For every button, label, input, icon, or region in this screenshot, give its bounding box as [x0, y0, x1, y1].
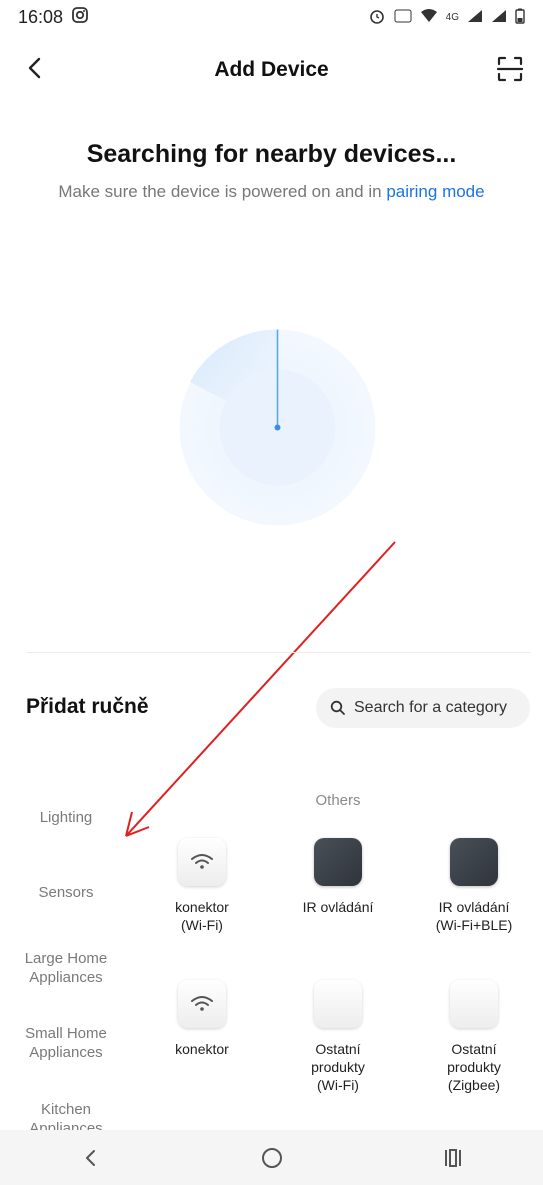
back-button[interactable]	[22, 54, 50, 82]
instagram-icon	[71, 6, 89, 29]
search-subtitle-text: Make sure the device is powered on and i…	[58, 182, 387, 201]
system-nav-bar	[0, 1130, 543, 1185]
device-label: IR ovládání	[302, 899, 374, 915]
status-time: 16:08	[18, 6, 64, 27]
device-konektor-wifi[interactable]: konektor (Wi-Fi)	[143, 838, 261, 934]
system-back-button[interactable]	[71, 1138, 111, 1178]
category-search-input[interactable]: Search for a category	[316, 688, 530, 728]
device-label: IR ovládání (Wi-Fi+BLE)	[435, 899, 513, 933]
network-type: 4G	[445, 11, 459, 23]
back-arrow-icon	[28, 57, 41, 79]
recents-icon	[444, 1148, 461, 1167]
device-ir-ovladani[interactable]: IR ovládání	[279, 838, 397, 916]
blank-icon	[314, 980, 362, 1028]
device-label: konektor (Wi-Fi)	[175, 899, 229, 933]
blank-icon	[450, 980, 498, 1028]
chevron-left-icon	[85, 1149, 95, 1166]
signal-icon-2	[491, 9, 507, 26]
battery-icon	[515, 8, 525, 27]
search-icon	[330, 700, 345, 715]
device-ostatni-produkty-zigbee[interactable]: Ostatní produkty (Zigbee)	[415, 980, 533, 1094]
page-title: Add Device	[214, 58, 329, 81]
device-konektor[interactable]: konektor	[143, 980, 261, 1058]
category-search-placeholder: Search for a category	[354, 699, 507, 716]
pairing-mode-link[interactable]: pairing mode	[386, 182, 484, 201]
home-circle-icon	[261, 1147, 282, 1168]
section-title: Others	[315, 792, 361, 809]
sidebar-item-small-home-appliances[interactable]: Small Home Appliances	[0, 1024, 132, 1062]
device-label: Ostatní produkty (Wi-Fi)	[311, 1041, 365, 1093]
scan-button[interactable]	[495, 54, 525, 84]
device-label: konektor	[175, 1041, 229, 1057]
volte-icon	[394, 8, 412, 27]
sidebar-item-lighting[interactable]: Lighting	[0, 808, 132, 827]
system-home-button[interactable]	[252, 1138, 292, 1178]
sidebar-item-sensors[interactable]: Sensors	[0, 883, 132, 902]
search-subtitle: Make sure the device is powered on and i…	[0, 182, 543, 202]
alarm-icon	[368, 7, 386, 28]
sidebar-item-large-home-appliances[interactable]: Large Home Appliances	[0, 949, 132, 987]
search-title: Searching for nearby devices...	[86, 140, 457, 168]
device-label: Ostatní produkty (Zigbee)	[447, 1041, 501, 1093]
device-ir-ovladani-wifi-ble[interactable]: IR ovládání (Wi-Fi+BLE)	[415, 838, 533, 934]
remote-icon	[450, 838, 498, 886]
scan-icon	[496, 56, 524, 82]
sidebar-item-kitchen-appliances[interactable]: Kitchen Appliances	[0, 1100, 132, 1130]
remote-icon	[314, 838, 362, 886]
wifi-icon	[178, 838, 226, 886]
header: Add Device	[0, 44, 543, 96]
device-ostatni-produkty-wifi[interactable]: Ostatní produkty (Wi-Fi)	[279, 980, 397, 1094]
system-recents-button[interactable]	[433, 1138, 473, 1178]
signal-icon	[467, 9, 483, 26]
section-divider	[26, 652, 530, 653]
radar-animation	[179, 329, 376, 526]
wifi-icon	[178, 980, 226, 1028]
wifi-status-icon	[420, 8, 438, 26]
manual-add-title: Přidat ručně	[26, 695, 149, 718]
status-bar: 16:08 4G	[0, 0, 543, 34]
